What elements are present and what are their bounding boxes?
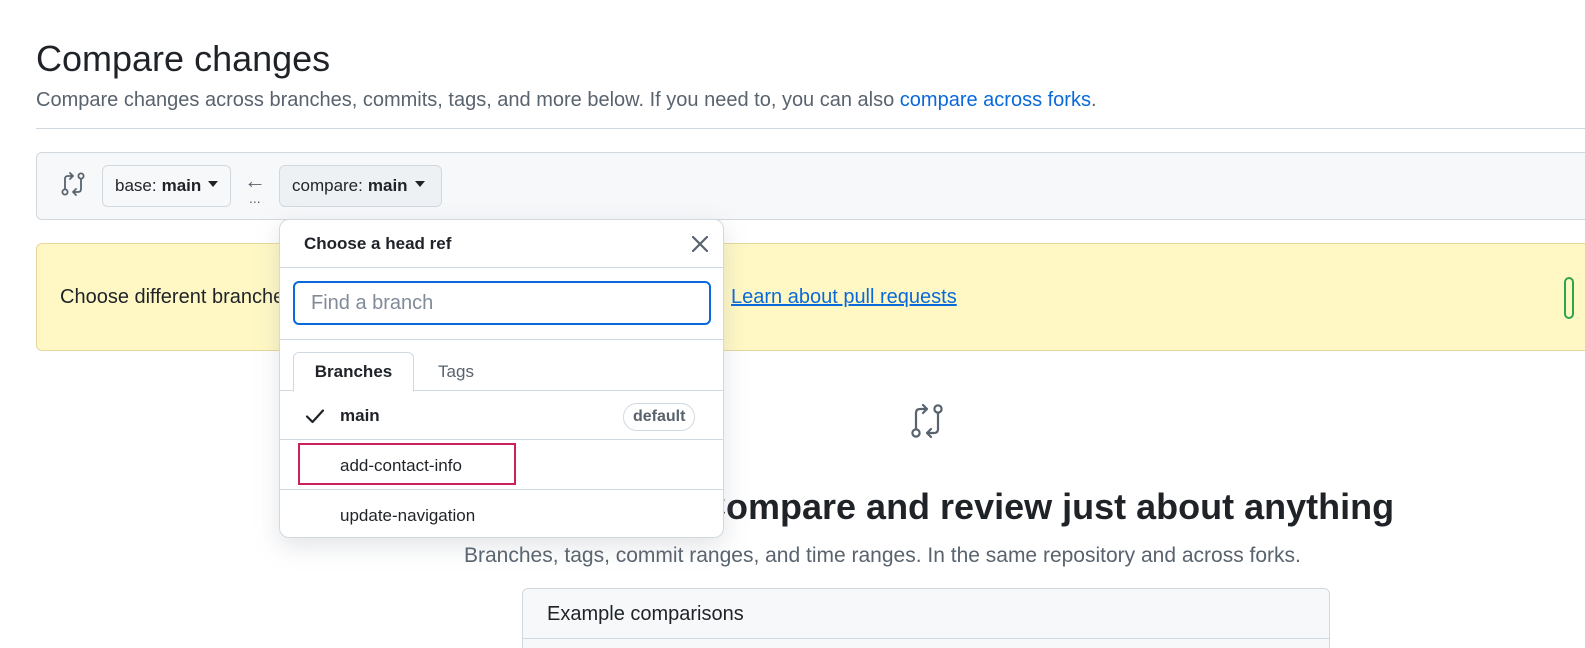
close-icon[interactable]: [688, 232, 712, 256]
blankslate-title: Compare and review just about anything: [700, 486, 1395, 527]
compare-prefix: compare:: [292, 176, 363, 195]
dropdown-tabs: Branches Tags: [280, 341, 723, 392]
git-compare-icon: [911, 403, 943, 439]
branch-label: update-navigation: [340, 506, 476, 525]
range-dots: ...: [249, 190, 261, 206]
dropdown-header: Choose a head ref: [280, 220, 723, 268]
example-comparisons-title: Example comparisons: [547, 603, 744, 625]
head-ref-dropdown: Choose a head ref Branches Tags main def…: [279, 219, 724, 538]
create-pr-button-edge[interactable]: [1564, 277, 1574, 319]
tab-branches[interactable]: Branches: [293, 352, 414, 392]
examples-divider: [522, 638, 1330, 639]
compare-across-forks-link[interactable]: compare across forks: [900, 89, 1091, 111]
dropdown-title: Choose a head ref: [304, 234, 452, 253]
tab-tags[interactable]: Tags: [426, 352, 486, 392]
branch-item-update-navigation[interactable]: update-navigation: [280, 491, 723, 537]
base-prefix: base:: [115, 176, 157, 195]
base-branch-button[interactable]: base: main: [102, 165, 231, 207]
blankslate-subtitle: Branches, tags, commit ranges, and time …: [464, 544, 1301, 567]
highlight-box: [298, 443, 516, 485]
branch-filter-input[interactable]: [293, 281, 711, 325]
learn-pull-requests-link[interactable]: Learn about pull requests: [731, 286, 957, 309]
git-compare-icon: [61, 172, 85, 196]
page-title: Compare changes: [36, 38, 331, 79]
subtitle-end: .: [1090, 89, 1097, 111]
subtitle-text: Compare changes across branches, commits…: [36, 89, 900, 111]
compare-branch-button[interactable]: compare: main: [279, 165, 442, 207]
header-divider: [36, 128, 1585, 129]
branch-label: main: [340, 406, 380, 425]
dropdown-filter: [280, 268, 723, 340]
caret-down-icon: [414, 181, 425, 187]
default-badge: default: [623, 403, 696, 431]
range-editor: [36, 152, 1585, 220]
page-subtitle: Compare changes across branches, commits…: [36, 89, 1097, 112]
check-icon: [305, 409, 325, 424]
base-value: main: [161, 176, 202, 195]
branch-item-main[interactable]: main default: [280, 391, 723, 440]
caret-down-icon: [208, 181, 219, 187]
compare-value: main: [367, 176, 408, 195]
